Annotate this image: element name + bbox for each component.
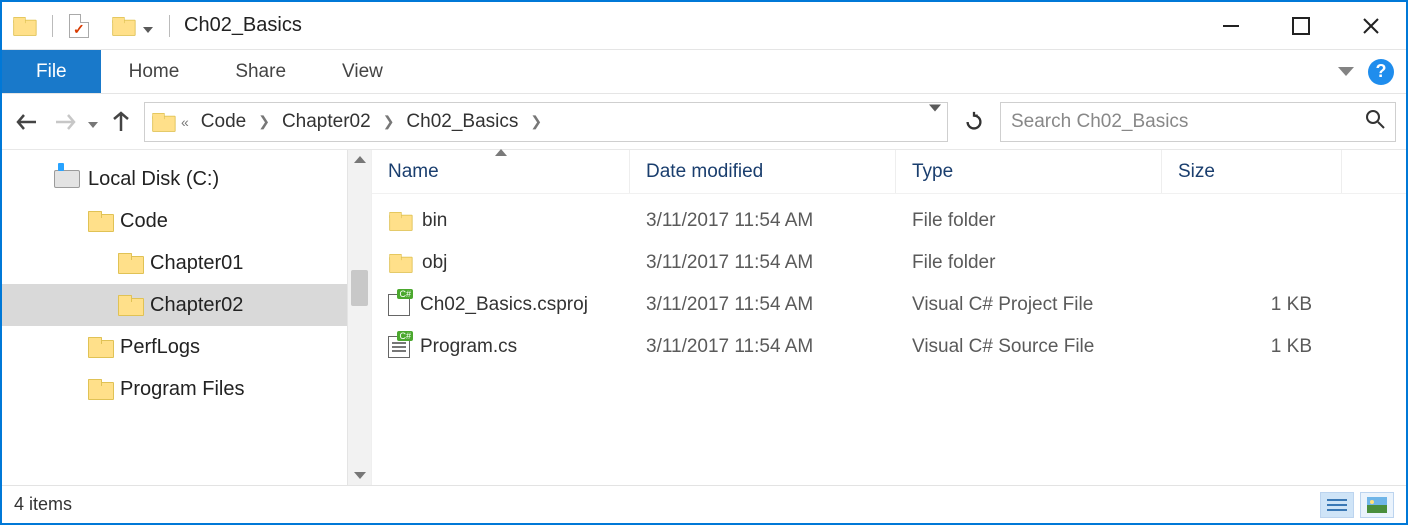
up-button[interactable] — [106, 107, 136, 137]
drive-icon — [54, 170, 80, 188]
tree-item[interactable]: Code — [2, 200, 347, 242]
chevron-right-icon[interactable]: ❯ — [528, 113, 544, 130]
app-icon — [13, 17, 35, 35]
search-input[interactable]: Search Ch02_Basics — [1000, 102, 1396, 142]
separator — [52, 15, 53, 37]
file-date: 3/11/2017 11:54 AM — [630, 336, 896, 358]
table-row[interactable]: Program.cs 3/11/2017 11:54 AMVisual C# So… — [372, 326, 1406, 368]
address-dropdown-icon[interactable] — [929, 111, 941, 132]
tree-item[interactable]: Program Files — [2, 368, 347, 410]
tree-item-label: Chapter01 — [150, 252, 243, 275]
file-size: 1 KB — [1162, 336, 1342, 358]
folder-icon — [389, 212, 411, 230]
tab-home[interactable]: Home — [101, 50, 208, 93]
tree-item-label: Code — [120, 210, 168, 233]
file-type: Visual C# Project File — [896, 294, 1162, 316]
folder-icon — [118, 295, 142, 315]
file-date: 3/11/2017 11:54 AM — [630, 210, 896, 232]
tree-item-label: Local Disk (C:) — [88, 168, 219, 191]
tree-item[interactable]: Chapter01 — [2, 242, 347, 284]
chevron-right-icon[interactable]: ❯ — [381, 113, 397, 130]
breadcrumb-item[interactable]: Chapter02 — [276, 111, 377, 133]
refresh-button[interactable] — [956, 102, 992, 142]
view-details-button[interactable] — [1320, 492, 1354, 518]
address-bar[interactable]: « Code ❯ Chapter02 ❯ Ch02_Basics ❯ — [144, 102, 948, 142]
window-title: Ch02_Basics — [184, 14, 302, 37]
quick-access-toolbar: ✓ — [6, 2, 159, 49]
file-name: Program.cs — [420, 336, 517, 358]
table-row[interactable]: bin 3/11/2017 11:54 AMFile folder — [372, 200, 1406, 242]
scroll-up-icon[interactable] — [354, 156, 366, 163]
new-folder-icon[interactable] — [112, 17, 134, 35]
breadcrumb-item[interactable]: Code — [195, 111, 252, 133]
cs-file-icon — [388, 336, 410, 358]
column-header-name[interactable]: Name — [372, 150, 630, 193]
sort-asc-icon — [495, 149, 507, 156]
tab-share[interactable]: Share — [207, 50, 314, 93]
body: Local Disk (C:) Code Chapter01 Chapter02 Per… — [2, 150, 1406, 485]
file-type: File folder — [896, 210, 1162, 232]
file-date: 3/11/2017 11:54 AM — [630, 252, 896, 274]
nav-row: « Code ❯ Chapter02 ❯ Ch02_Basics ❯ Searc… — [2, 94, 1406, 150]
tree-item[interactable]: Local Disk (C:) — [2, 158, 347, 200]
view-thumbnails-button[interactable] — [1360, 492, 1394, 518]
table-row[interactable]: obj 3/11/2017 11:54 AMFile folder — [372, 242, 1406, 284]
separator — [169, 15, 170, 37]
qat-customize-icon[interactable] — [143, 27, 153, 33]
address-folder-icon — [152, 113, 174, 131]
file-date: 3/11/2017 11:54 AM — [630, 294, 896, 316]
forward-button[interactable] — [50, 107, 80, 137]
expand-ribbon-icon[interactable] — [1338, 67, 1354, 76]
scroll-thumb[interactable] — [351, 270, 368, 306]
folder-icon — [118, 253, 142, 273]
column-header-date[interactable]: Date modified — [630, 150, 896, 193]
column-headers: Name Date modified Type Size — [372, 150, 1406, 194]
navigation-pane: Local Disk (C:) Code Chapter01 Chapter02 Per… — [2, 150, 372, 485]
folder-icon — [389, 254, 411, 272]
column-header-type[interactable]: Type — [896, 150, 1162, 193]
status-bar: 4 items — [2, 485, 1406, 523]
minimize-button[interactable] — [1196, 2, 1266, 49]
explorer-window: ✓ Ch02_Basics File Home Share View ? — [0, 0, 1408, 525]
file-name: bin — [422, 210, 447, 232]
file-list-pane: Name Date modified Type Size bin 3/11/201… — [372, 150, 1406, 485]
file-name: Ch02_Basics.csproj — [420, 294, 588, 316]
folder-icon — [88, 337, 112, 357]
status-text: 4 items — [14, 494, 72, 515]
file-size: 1 KB — [1162, 294, 1342, 316]
help-icon[interactable]: ? — [1368, 59, 1394, 85]
file-name: obj — [422, 252, 447, 274]
search-icon — [1365, 109, 1385, 135]
file-type: Visual C# Source File — [896, 336, 1162, 358]
tree-item-label: Program Files — [120, 378, 244, 401]
search-placeholder: Search Ch02_Basics — [1011, 111, 1188, 133]
tab-file[interactable]: File — [2, 50, 101, 93]
column-header-size[interactable]: Size — [1162, 150, 1342, 193]
tree-item[interactable]: Chapter02 — [2, 284, 347, 326]
scrollbar[interactable] — [347, 150, 371, 485]
recent-locations-icon[interactable] — [88, 122, 98, 128]
maximize-button[interactable] — [1266, 2, 1336, 49]
tab-view[interactable]: View — [314, 50, 411, 93]
tree-item-label: PerfLogs — [120, 336, 200, 359]
table-row[interactable]: Ch02_Basics.csproj 3/11/2017 11:54 AMVisu… — [372, 284, 1406, 326]
scroll-down-icon[interactable] — [354, 472, 366, 479]
chevron-right-icon[interactable]: ❯ — [256, 113, 272, 130]
window-controls — [1196, 2, 1406, 49]
close-button[interactable] — [1336, 2, 1406, 49]
breadcrumb-item[interactable]: Ch02_Basics — [400, 111, 524, 133]
folder-icon — [88, 379, 112, 399]
file-type: File folder — [896, 252, 1162, 274]
back-button[interactable] — [12, 107, 42, 137]
breadcrumb-ellipsis[interactable]: « — [179, 114, 191, 130]
tree-item-label: Chapter02 — [150, 294, 243, 317]
tree-item[interactable]: PerfLogs — [2, 326, 347, 368]
title-bar: ✓ Ch02_Basics — [2, 2, 1406, 50]
ribbon: File Home Share View ? — [2, 50, 1406, 94]
properties-icon[interactable]: ✓ — [69, 14, 89, 38]
folder-icon — [88, 211, 112, 231]
csproj-file-icon — [388, 294, 410, 316]
